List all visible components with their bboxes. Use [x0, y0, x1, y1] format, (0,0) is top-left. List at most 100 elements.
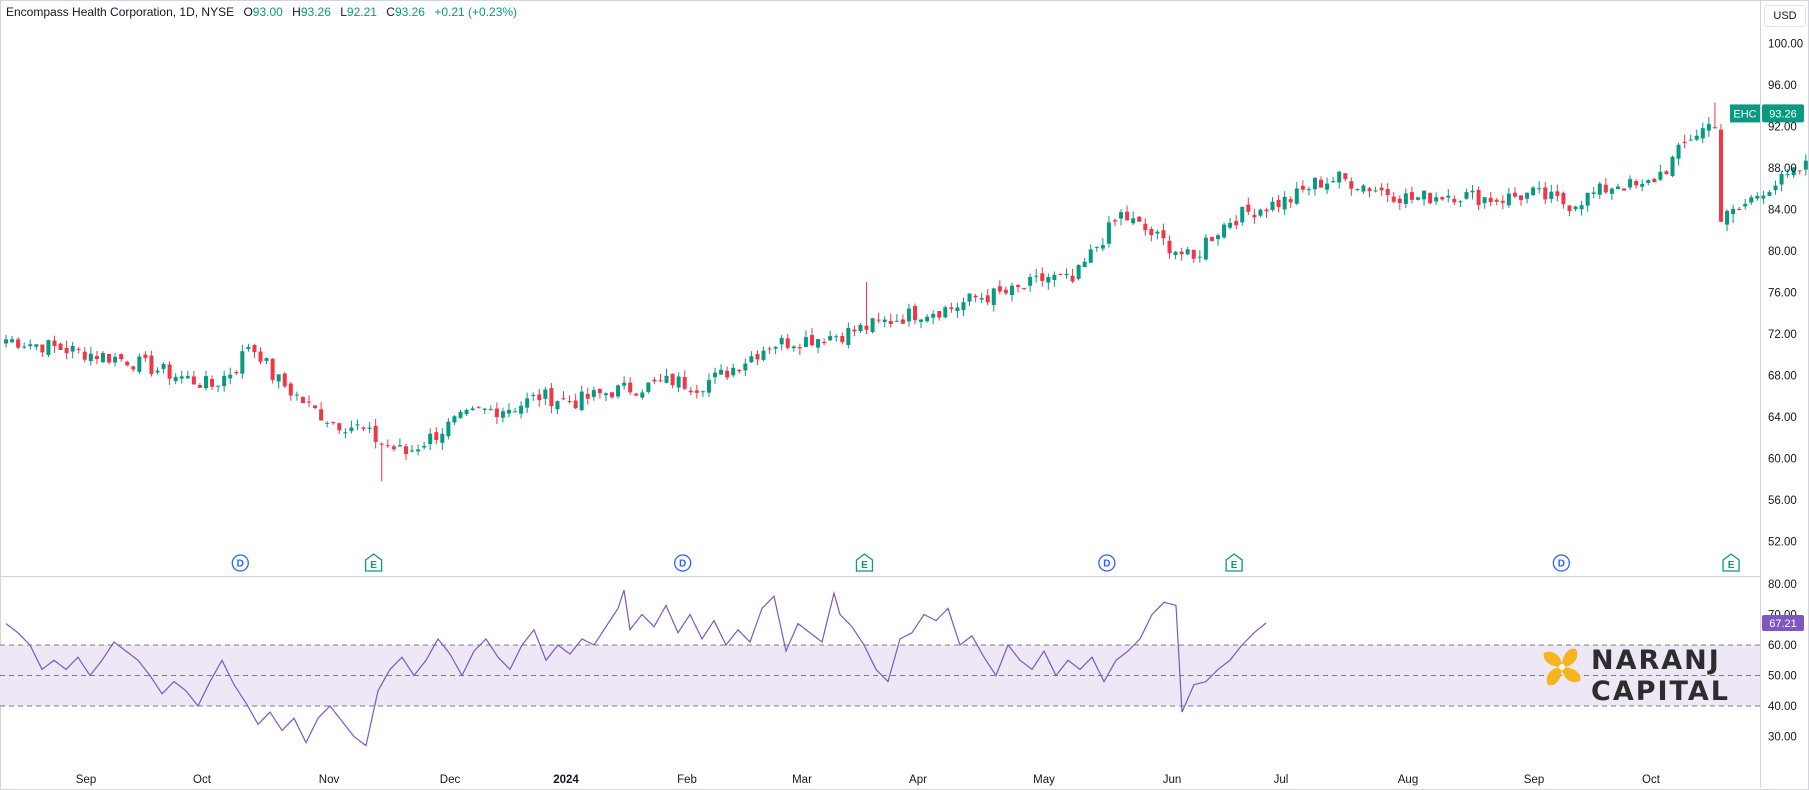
candle-body — [1773, 185, 1778, 191]
candle-body — [1046, 276, 1051, 283]
candle-body — [58, 343, 63, 351]
candle-body — [1555, 191, 1560, 196]
candle-body — [464, 409, 469, 415]
candle-body — [900, 319, 905, 324]
candle-body — [276, 374, 281, 382]
candle-body — [1058, 273, 1063, 275]
price-pane — [4, 102, 1808, 482]
naranj-logo-icon — [1543, 648, 1581, 686]
candle-body — [1137, 216, 1142, 222]
price-tick-label: 92.00 — [1768, 122, 1797, 134]
candle-body — [319, 409, 324, 421]
candle-body — [452, 416, 457, 423]
low-label: L — [340, 5, 347, 19]
candle-body — [1640, 183, 1645, 187]
price-tag-text: 93.26 — [1769, 108, 1797, 120]
candle-body — [737, 369, 742, 372]
candle-body — [34, 344, 39, 347]
candle-body — [1216, 235, 1220, 239]
candle-body — [264, 358, 269, 361]
candle-body — [1373, 190, 1378, 192]
candle-body — [1622, 188, 1627, 191]
candle-body — [367, 427, 372, 429]
candle-body — [864, 325, 869, 330]
earnings-marker-label: E — [861, 560, 868, 571]
candle-body — [1603, 184, 1608, 193]
candle-body — [349, 427, 354, 432]
candle-body — [494, 408, 499, 418]
candle-body — [434, 432, 439, 440]
ticker-tag-text: EHC — [1733, 108, 1756, 120]
candle-body — [222, 375, 227, 387]
candle-body — [949, 307, 954, 310]
candle-body — [1246, 204, 1251, 212]
candle-body — [282, 373, 287, 387]
candle-body — [1240, 207, 1245, 223]
candle-body — [997, 286, 1002, 292]
change-value: +0.21 (+0.23%) — [434, 5, 518, 19]
candle-body — [46, 340, 51, 355]
candle-body — [143, 354, 148, 358]
candle-body — [1761, 195, 1766, 199]
candle-body — [428, 433, 433, 445]
candle-body — [1525, 192, 1530, 199]
candle-body — [979, 298, 984, 300]
candle-body — [131, 366, 136, 370]
candle-body — [967, 293, 972, 302]
candle-body — [1652, 178, 1657, 183]
candle-body — [1755, 195, 1760, 199]
candle-body — [355, 424, 360, 426]
candle-body — [1519, 195, 1523, 201]
candle-body — [197, 384, 202, 388]
candle-body — [288, 383, 293, 396]
candle-body — [500, 411, 505, 418]
time-tick-label: Jul — [1274, 774, 1289, 786]
candle-body — [803, 337, 808, 347]
candle-body — [1161, 230, 1166, 239]
candle-body — [1749, 197, 1754, 203]
candle-body — [137, 356, 142, 372]
dividend-marker-label: D — [1558, 559, 1565, 570]
chart-canvas[interactable]: DEDEDEDEDE 100.0096.0092.0088.0084.0080.… — [0, 0, 1809, 790]
candle-body — [779, 337, 784, 345]
candle-body — [597, 388, 602, 394]
candle-body — [331, 422, 336, 424]
candle-body — [785, 338, 790, 348]
candle-body — [1185, 249, 1190, 255]
candle-body — [1688, 139, 1693, 141]
candle-body — [549, 388, 554, 407]
candle-body — [700, 391, 705, 393]
price-tick-label: 76.00 — [1768, 288, 1797, 300]
candle-body — [1003, 289, 1008, 294]
candle-body — [482, 408, 487, 410]
candle-body — [1052, 274, 1057, 280]
candle-body — [1016, 285, 1021, 287]
currency-button[interactable]: USD — [1764, 5, 1806, 27]
candle-body — [307, 401, 311, 403]
candle-body — [1106, 222, 1111, 244]
candle-body — [1409, 192, 1414, 200]
logo-line-2: CAPITAL — [1591, 676, 1730, 707]
candle-body — [1500, 200, 1505, 203]
candle-body — [1100, 245, 1105, 249]
candle-body — [925, 316, 930, 322]
candle-body — [1488, 197, 1493, 203]
candle-body — [543, 389, 548, 399]
candle-body — [1700, 128, 1705, 139]
candle-body — [1173, 251, 1178, 256]
candle-body — [1718, 129, 1723, 222]
candle-body — [1585, 192, 1590, 206]
candle-body — [1325, 183, 1330, 190]
candle-body — [1361, 185, 1366, 192]
candle-body — [888, 320, 893, 325]
candle-body — [531, 394, 536, 397]
candle-body — [919, 319, 924, 322]
candle-body — [943, 307, 948, 318]
time-tick-label: 2024 — [553, 774, 579, 786]
candle-body — [506, 409, 511, 414]
candle-body — [713, 372, 718, 378]
candle-body — [1591, 192, 1596, 195]
candle-body — [167, 364, 172, 379]
time-tick-label: Sep — [1524, 774, 1544, 786]
candle-body — [1803, 160, 1808, 170]
